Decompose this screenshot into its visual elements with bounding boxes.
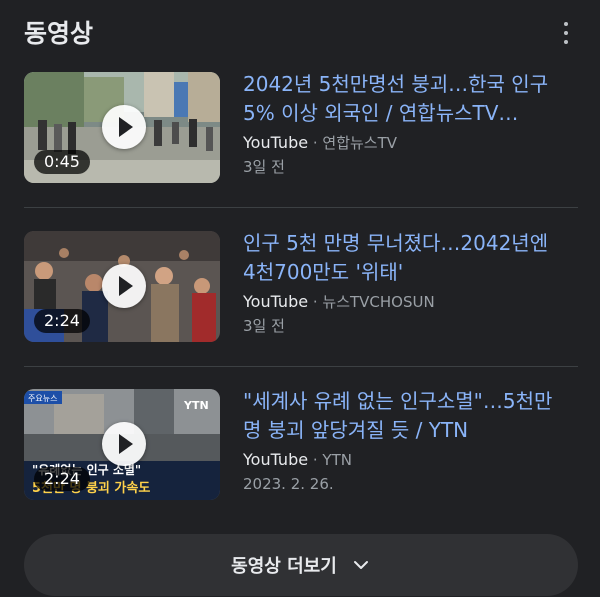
separator-dot: ·: [312, 134, 318, 152]
source-name: YouTube: [243, 133, 309, 152]
video-title-link[interactable]: 2042년 5천만명선 붕괴…한국 인구 5% 이상 외국인 / 연합뉴스TV…: [243, 70, 578, 128]
source-name: YouTube: [243, 292, 309, 311]
video-date: 3일 전: [243, 317, 285, 335]
section-header: 동영상: [24, 14, 584, 54]
video-title-link[interactable]: 인구 5천 만명 무너졌다…2042년엔 4천700만도 '위태': [243, 229, 578, 287]
more-vert-icon[interactable]: [562, 22, 570, 44]
thumb-badge: 주요뉴스: [28, 394, 57, 403]
video-results-panel: 동영상 0:45 2042년 5천만명선 붕괴…한국 인구 5% 이상 외국인 …: [0, 0, 600, 597]
video-duration: 2:24: [34, 467, 90, 491]
separator-dot: ·: [312, 293, 318, 311]
divider: [24, 366, 578, 367]
separator-dot: ·: [312, 451, 318, 469]
video-source: YouTube · 뉴스TVCHOSUN: [243, 292, 578, 312]
divider: [24, 207, 578, 208]
video-date: 3일 전: [243, 158, 285, 176]
play-button-icon[interactable]: [102, 105, 146, 149]
video-source: YouTube · YTN: [243, 450, 578, 470]
video-duration: 0:45: [34, 150, 90, 174]
video-duration: 2:24: [34, 309, 90, 333]
video-thumbnail[interactable]: 0:45: [24, 72, 220, 183]
source-name: YouTube: [243, 450, 309, 469]
video-info: 인구 5천 만명 무너졌다…2042년엔 4천700만도 '위태' YouTub…: [243, 229, 578, 336]
video-result[interactable]: 0:45 2042년 5천만명선 붕괴…한국 인구 5% 이상 외국인 / 연합…: [24, 72, 576, 184]
video-title-link[interactable]: "세계사 유례 없는 인구소멸"…5천만 명 붕괴 앞당겨질 듯 / YTN: [243, 387, 578, 445]
channel-name: YTN: [322, 451, 352, 469]
video-result[interactable]: 주요뉴스 YTN "유례없는 인구 소멸" 5천만 명 붕괴 가속도 2:24 …: [24, 389, 576, 501]
video-result[interactable]: 2:24 인구 5천 만명 무너졌다…2042년엔 4천700만도 '위태' Y…: [24, 231, 576, 343]
channel-name: 뉴스TVCHOSUN: [322, 293, 435, 311]
channel-name: 연합뉴스TV: [322, 134, 398, 152]
video-info: 2042년 5천만명선 붕괴…한국 인구 5% 이상 외국인 / 연합뉴스TV……: [243, 70, 578, 177]
chevron-down-icon: [353, 559, 371, 571]
video-thumbnail[interactable]: 2:24: [24, 231, 220, 342]
play-button-icon[interactable]: [102, 422, 146, 466]
ytn-logo: YTN: [183, 399, 209, 412]
video-date: 2023. 2. 26.: [243, 475, 334, 493]
play-button-icon[interactable]: [102, 264, 146, 308]
section-title: 동영상: [24, 19, 94, 48]
more-videos-button[interactable]: 동영상 더보기: [24, 534, 578, 596]
video-thumbnail[interactable]: 주요뉴스 YTN "유례없는 인구 소멸" 5천만 명 붕괴 가속도 2:24: [24, 389, 220, 500]
video-info: "세계사 유례 없는 인구소멸"…5천만 명 붕괴 앞당겨질 듯 / YTN Y…: [243, 387, 578, 494]
video-source: YouTube · 연합뉴스TV: [243, 133, 578, 153]
more-videos-label: 동영상 더보기: [231, 556, 337, 577]
